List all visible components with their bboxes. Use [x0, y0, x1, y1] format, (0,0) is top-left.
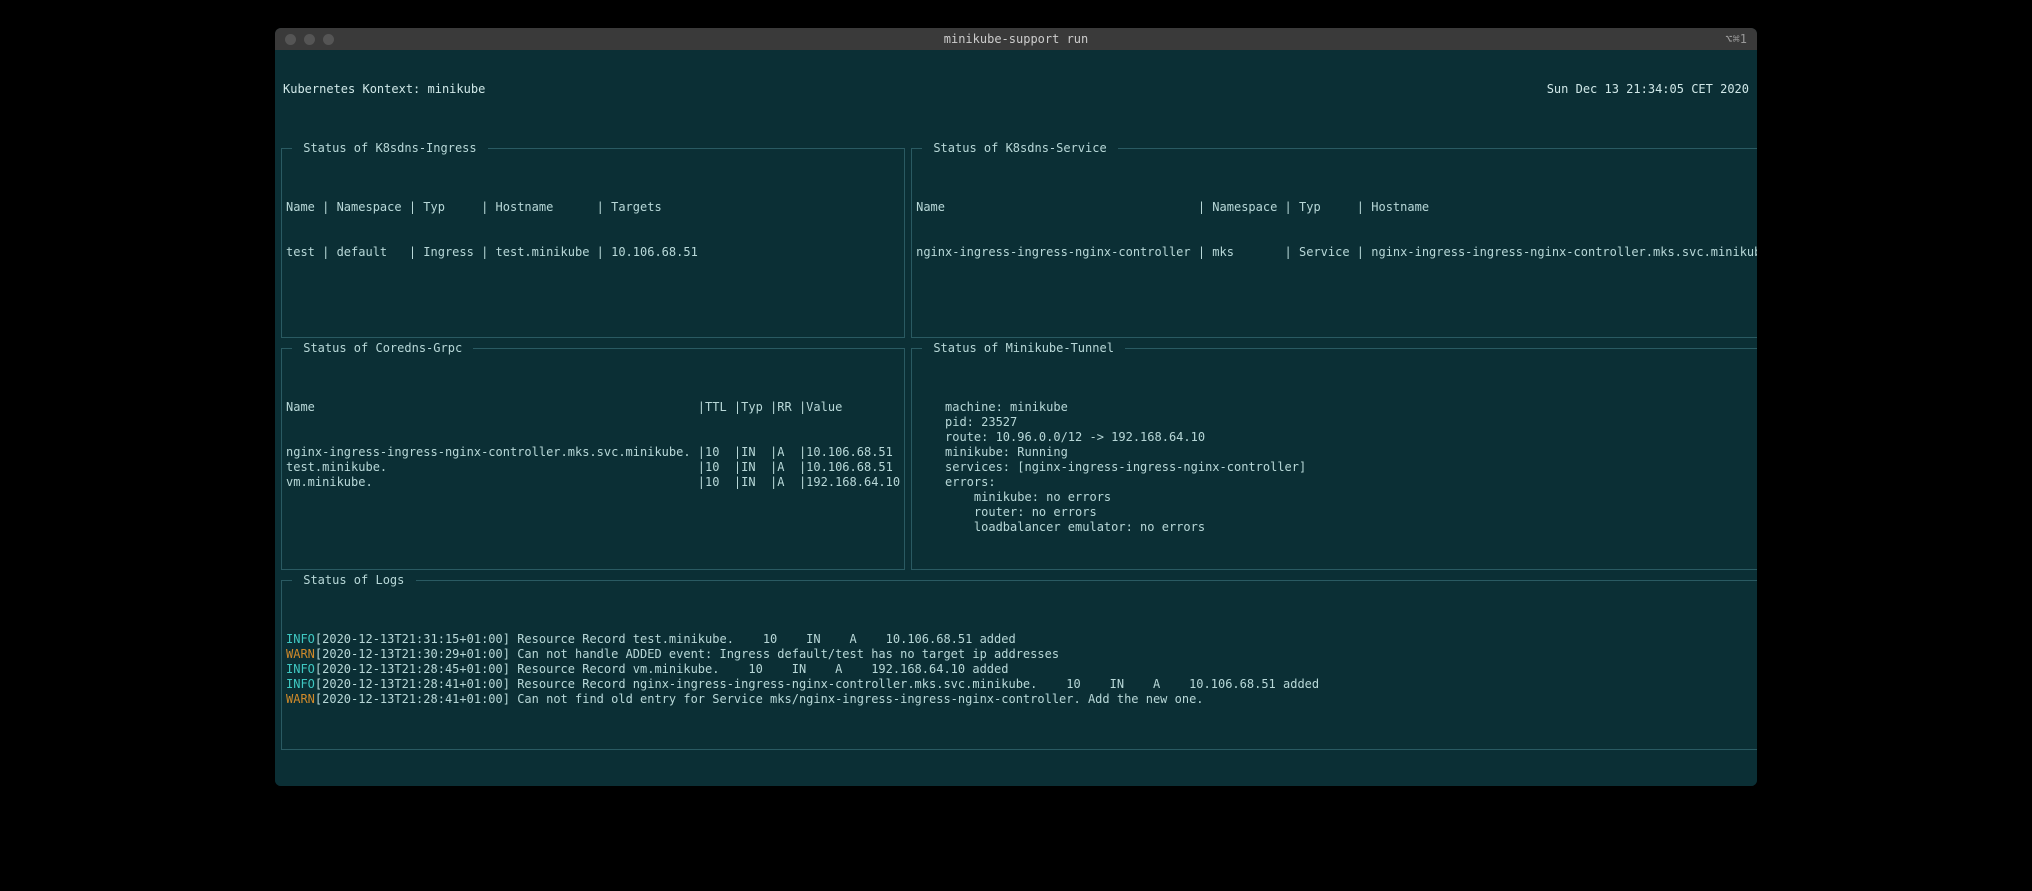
status-line: machine: minikube — [916, 400, 1757, 415]
panel-title-service: Status of K8sdns-Service — [922, 141, 1118, 156]
coredns-header-row: Name |TTL |Typ |RR |Value — [286, 400, 900, 415]
status-line: route: 10.96.0.0/12 -> 192.168.64.10 — [916, 430, 1757, 445]
table-row: nginx-ingress-ingress-nginx-controller |… — [916, 245, 1757, 260]
panel-title-tunnel: Status of Minikube-Tunnel — [922, 341, 1125, 356]
terminal-window: minikube-support run ⌥⌘1 Kubernetes Kont… — [275, 28, 1757, 786]
panel-service: Status of K8sdns-Service Name | Namespac… — [911, 148, 1757, 338]
log-text: [2020-12-13T21:30:29+01:00] Can not hand… — [315, 647, 1059, 661]
log-level: INFO — [286, 677, 315, 691]
log-line: INFO[2020-12-13T21:28:45+01:00] Resource… — [286, 662, 1757, 677]
panel-coredns: Status of Coredns-Grpc Name |TTL |Typ |R… — [281, 348, 905, 570]
status-line: services: [nginx-ingress-ingress-nginx-c… — [916, 460, 1757, 475]
log-line: INFO[2020-12-13T21:28:41+01:00] Resource… — [286, 677, 1757, 692]
window-shortcut: ⌥⌘1 — [1725, 32, 1747, 46]
log-level: INFO — [286, 662, 315, 676]
table-row: test | default | Ingress | test.minikube… — [286, 245, 900, 260]
status-line: loadbalancer emulator: no errors — [916, 520, 1757, 535]
panel-logs: Status of Logs INFO[2020-12-13T21:31:15+… — [281, 580, 1757, 750]
panel-title-ingress: Status of K8sdns-Ingress — [292, 141, 488, 156]
datetime-label: Sun Dec 13 21:34:05 CET 2020 — [1547, 82, 1749, 97]
titlebar[interactable]: minikube-support run ⌥⌘1 — [275, 28, 1757, 50]
status-line: router: no errors — [916, 505, 1757, 520]
context-label: Kubernetes Kontext: minikube — [283, 82, 485, 97]
service-header-row: Name | Namespace | Typ | Hostname | Targ… — [916, 200, 1757, 215]
ingress-header-row: Name | Namespace | Typ | Hostname | Targ… — [286, 200, 900, 215]
status-line: minikube: no errors — [916, 490, 1757, 505]
status-line: pid: 23527 — [916, 415, 1757, 430]
window-title: minikube-support run — [275, 32, 1757, 46]
log-text: [2020-12-13T21:28:41+01:00] Can not find… — [315, 692, 1204, 706]
table-row: vm.minikube. |10 |IN |A |192.168.64.10 — [286, 475, 900, 490]
table-row: test.minikube. |10 |IN |A |10.106.68.51 — [286, 460, 900, 475]
log-level: WARN — [286, 647, 315, 661]
log-text: [2020-12-13T21:31:15+01:00] Resource Rec… — [315, 632, 1016, 646]
panel-title-coredns: Status of Coredns-Grpc — [292, 341, 473, 356]
log-level: WARN — [286, 692, 315, 706]
log-line: WARN[2020-12-13T21:30:29+01:00] Can not … — [286, 647, 1757, 662]
log-line: WARN[2020-12-13T21:28:41+01:00] Can not … — [286, 692, 1757, 707]
table-row: nginx-ingress-ingress-nginx-controller.m… — [286, 445, 900, 460]
panel-title-logs: Status of Logs — [292, 573, 416, 588]
panel-ingress: Status of K8sdns-Ingress Name | Namespac… — [281, 148, 905, 338]
log-text: [2020-12-13T21:28:41+01:00] Resource Rec… — [315, 677, 1319, 691]
log-text: [2020-12-13T21:28:45+01:00] Resource Rec… — [315, 662, 1009, 676]
status-line: errors: — [916, 475, 1757, 490]
terminal-body[interactable]: Kubernetes Kontext: minikube Sun Dec 13 … — [275, 50, 1757, 786]
status-line: minikube: Running — [916, 445, 1757, 460]
log-level: INFO — [286, 632, 315, 646]
panel-tunnel: Status of Minikube-Tunnel machine: minik… — [911, 348, 1757, 570]
log-line: INFO[2020-12-13T21:31:15+01:00] Resource… — [286, 632, 1757, 647]
context-header: Kubernetes Kontext: minikube Sun Dec 13 … — [279, 82, 1753, 97]
